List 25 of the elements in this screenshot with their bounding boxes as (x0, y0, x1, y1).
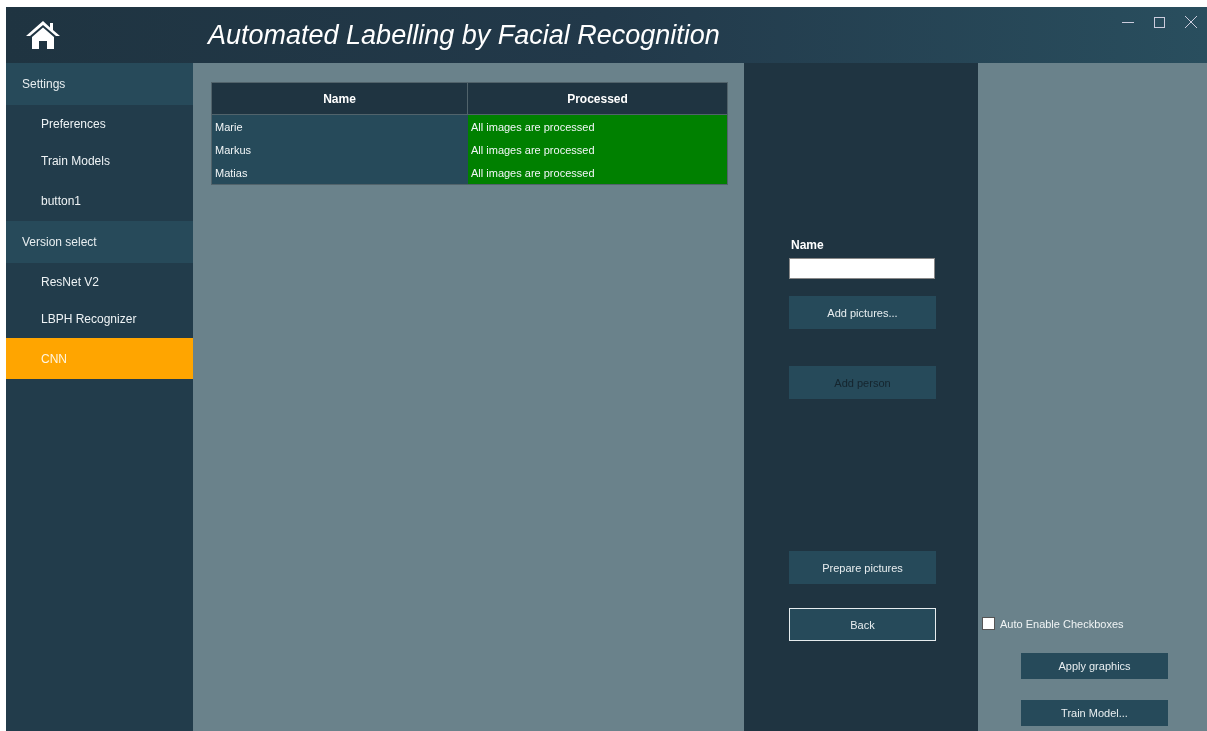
column-header[interactable]: Processed (468, 83, 727, 114)
name-label: Name (791, 238, 824, 252)
panel-button[interactable]: Back (789, 608, 936, 641)
table-cell: All images are processed (468, 138, 727, 161)
table-cell: All images are processed (468, 115, 727, 138)
sidebar-section-header: Version select (6, 221, 193, 263)
maximize-icon[interactable] (1154, 16, 1165, 28)
checkbox-label: Auto Enable Checkboxes (1000, 617, 1124, 630)
table-cell: All images are processed (468, 161, 727, 184)
sidebar-item[interactable]: LBPH Recognizer (6, 300, 193, 338)
panel-button[interactable]: Prepare pictures (789, 551, 936, 584)
action-button[interactable]: Apply graphics (1021, 653, 1168, 679)
sidebar-item[interactable]: Train Models (6, 142, 193, 180)
column-header[interactable]: Name (212, 83, 468, 114)
sidebar-section-header: Settings (6, 63, 193, 105)
sidebar-item[interactable]: button1 (6, 180, 193, 221)
close-icon[interactable] (1185, 16, 1197, 28)
sidebar-item[interactable]: ResNet V2 (6, 263, 193, 300)
sidebar-item[interactable]: Preferences (6, 105, 193, 142)
panel-button[interactable]: Add pictures... (789, 296, 936, 329)
home-icon[interactable] (25, 20, 61, 50)
checkbox[interactable] (982, 617, 995, 630)
action-button[interactable]: Train Model... (1021, 700, 1168, 726)
window-title: Automated Labelling by Facial Recognition (208, 19, 721, 51)
name-field[interactable] (789, 258, 935, 279)
